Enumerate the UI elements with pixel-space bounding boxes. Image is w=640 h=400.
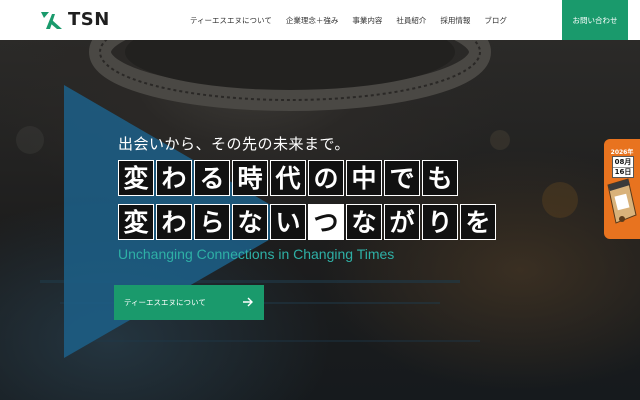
about-cta-button[interactable]: ティーエスエヌについて: [114, 285, 264, 320]
headline-char: な: [232, 204, 268, 240]
headline-char-highlight: つ: [308, 204, 344, 240]
headline-char: 変: [118, 160, 154, 196]
headline-char: で: [384, 160, 420, 196]
logo-mark-icon: [41, 12, 62, 29]
nav-item-business[interactable]: 事業内容: [352, 15, 382, 26]
headline-char: 変: [118, 204, 154, 240]
headline-char: も: [422, 160, 458, 196]
mascot-illustration-icon: [607, 178, 637, 224]
hero-subtitle: Unchanging Connections in Changing Times: [118, 246, 395, 262]
headline-char: わ: [156, 160, 192, 196]
main-nav: ティーエスエヌについて 企業理念＋強み 事業内容 社員紹介 採用情報 ブログ: [190, 0, 507, 40]
headline-char: 時: [232, 160, 268, 196]
headline-char: を: [460, 204, 496, 240]
nav-item-philosophy[interactable]: 企業理念＋強み: [286, 15, 339, 26]
nav-item-blog[interactable]: ブログ: [484, 15, 507, 26]
arrow-right-icon: [243, 297, 253, 307]
headline-char: い: [270, 204, 306, 240]
headline-char: な: [346, 204, 382, 240]
contact-button[interactable]: お問い合わせ: [562, 0, 628, 40]
headline-char: る: [194, 160, 230, 196]
cta-label: ティーエスエヌについて: [124, 298, 206, 307]
banner-year: 2026年: [610, 149, 634, 156]
hero-section: 出会いから、その先の未来まで。 変 わ る 時 代 の 中 で も 変 わ ら …: [0, 40, 640, 400]
site-header: TSN ティーエスエヌについて 企業理念＋強み 事業内容 社員紹介 採用情報 ブ…: [0, 0, 640, 40]
headline-char: の: [308, 160, 344, 196]
headline-char: り: [422, 204, 458, 240]
headline-char: が: [384, 204, 420, 240]
nav-item-recruit[interactable]: 採用情報: [440, 15, 470, 26]
nav-item-staff[interactable]: 社員紹介: [396, 15, 426, 26]
headline-line-1: 変 わ る 時 代 の 中 で も: [118, 160, 460, 196]
headline-line-2: 変 わ ら な い つ な が り を: [118, 204, 498, 240]
logo-text: TSN: [68, 9, 110, 30]
headline-char: ら: [194, 204, 230, 240]
headline-char: わ: [156, 204, 192, 240]
side-date-banner[interactable]: 2026年 08月 16日: [604, 139, 640, 239]
headline-char: 代: [270, 160, 306, 196]
hero-tagline: 出会いから、その先の未来まで。: [118, 135, 350, 153]
logo[interactable]: TSN: [38, 9, 118, 31]
headline-char: 中: [346, 160, 382, 196]
nav-item-about[interactable]: ティーエスエヌについて: [190, 15, 272, 26]
banner-month: 08月: [613, 158, 633, 168]
